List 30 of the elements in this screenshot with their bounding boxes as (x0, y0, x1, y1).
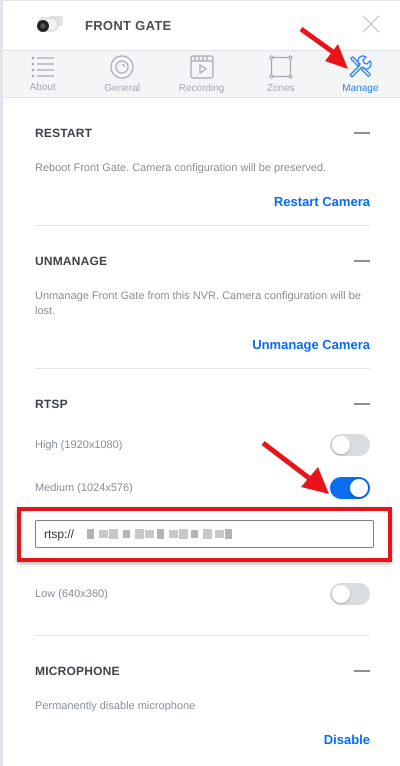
tab[interactable]: General (82, 51, 162, 97)
stream-label: Low (640x360) (35, 588, 108, 600)
action-link[interactable]: Unmanage Camera (252, 337, 370, 352)
camera-title: FRONT GATE (85, 18, 173, 33)
tab[interactable]: About (3, 51, 82, 97)
section-description: Permanently disable microphone (35, 699, 196, 714)
action-link[interactable]: Disable (324, 732, 370, 747)
url-field[interactable]: rtsp:// (35, 520, 374, 548)
clapperboard-icon (190, 54, 214, 78)
tools-icon (348, 54, 372, 78)
lens-icon (110, 54, 134, 78)
section-title: RESTART (35, 126, 92, 140)
section-title: MICROPHONE (35, 664, 120, 678)
tab[interactable]: Manage (320, 51, 400, 97)
stream-label: High (1920x1080) (35, 439, 122, 451)
stream-label: Medium (1024x576) (35, 482, 133, 494)
zone-icon (268, 54, 293, 78)
tab[interactable]: Recording (162, 51, 242, 97)
section-title: UNMANAGE (35, 254, 108, 268)
section-description: Unmanage Front Gate from this NVR. Camera configuration will be lost. (35, 289, 362, 319)
arrow-drawing (299, 26, 349, 70)
toggle-switch[interactable] (330, 583, 370, 605)
arrow-drawing (261, 440, 331, 496)
section-title: RTSP (35, 397, 68, 411)
action-link[interactable]: Restart Camera (274, 194, 370, 209)
list-icon (30, 56, 55, 78)
tab[interactable]: Zones (241, 51, 321, 97)
section-description: Reboot Front Gate. Camera configuration will be preserved. (35, 161, 328, 176)
toggle-switch[interactable] (330, 434, 370, 456)
toggle-switch[interactable] (330, 477, 370, 499)
